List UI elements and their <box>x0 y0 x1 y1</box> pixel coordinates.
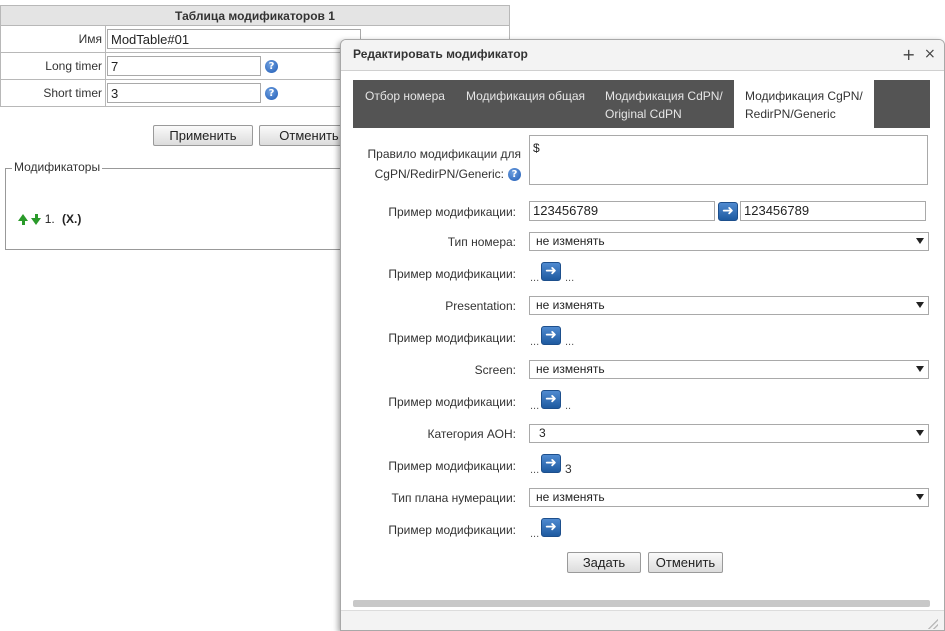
example-label: Пример модификации: <box>388 395 516 409</box>
question-circle-icon[interactable]: ? <box>508 168 521 182</box>
rule-label: Правило модификации для CgPN/RedirPN/Gen… <box>367 147 521 182</box>
edit-modifier-dialog: Редактировать модификатор + × Отбор номе… <box>340 39 945 631</box>
tab-cgpn-modification[interactable]: Модификация CgPN/ RedirPN/Generic <box>734 80 874 128</box>
resize-grip-icon[interactable] <box>928 619 938 629</box>
example-output: 123456789 <box>740 201 926 221</box>
example-label: Пример модификации: <box>388 331 516 345</box>
tab-general-modification[interactable]: Модификация общая <box>466 80 594 128</box>
chevron-down-icon <box>916 494 924 500</box>
arrow-right-icon[interactable]: ➜ <box>541 390 561 409</box>
tab-number-selection[interactable]: Отбор номера <box>365 80 461 128</box>
move-down-icon[interactable] <box>31 214 42 226</box>
presentation-select[interactable]: не изменять <box>529 296 929 315</box>
table-title: Таблица модификаторов 1 <box>0 5 510 26</box>
example-result: ... <box>565 272 575 284</box>
tab-bar: Отбор номера Модификация общая Модификац… <box>353 80 930 128</box>
chevron-down-icon <box>916 238 924 244</box>
screen-label: Screen: <box>474 363 516 377</box>
chevron-down-icon <box>916 430 924 436</box>
question-circle-icon[interactable]: ? <box>265 86 278 100</box>
dialog-cancel-button[interactable]: Отменить <box>648 552 723 573</box>
example-label: Пример модификации: <box>388 205 516 219</box>
arrow-right-icon[interactable]: ➜ <box>541 454 561 473</box>
apply-button[interactable]: Применить <box>153 125 253 146</box>
long-timer-input[interactable] <box>107 56 261 76</box>
screen-select[interactable]: не изменять <box>529 360 929 379</box>
arrow-right-icon[interactable]: ➜ <box>718 202 738 221</box>
modifiers-legend: Модификаторы <box>12 160 103 174</box>
category-label: Категория АОН: <box>427 427 516 441</box>
dialog-title: Редактировать модификатор <box>353 47 528 61</box>
example-source: ... <box>530 528 540 540</box>
long-timer-label: Long timer <box>0 52 106 80</box>
chevron-down-icon <box>916 302 924 308</box>
name-input[interactable] <box>107 29 361 49</box>
example-source: ... <box>530 336 540 348</box>
short-timer-label: Short timer <box>0 79 106 107</box>
example-input[interactable]: 123456789 <box>529 201 715 221</box>
modifier-pattern[interactable]: (X.) <box>62 212 81 226</box>
rule-textarea[interactable]: $ <box>529 135 928 185</box>
dialog-footer <box>341 610 944 630</box>
modifier-item[interactable]: 1. (X.) <box>18 212 81 226</box>
example-result: ... <box>565 336 575 348</box>
arrow-right-icon[interactable]: ➜ <box>541 326 561 345</box>
numbering-plan-select[interactable]: не изменять <box>529 488 929 507</box>
horizontal-scrollbar[interactable] <box>353 600 930 607</box>
modifier-index: 1. <box>44 212 55 226</box>
numbering-plan-label: Тип плана нумерации: <box>391 491 516 505</box>
example-source: ... <box>530 272 540 284</box>
example-result: .. <box>565 400 572 412</box>
question-circle-icon[interactable]: ? <box>265 59 278 73</box>
arrow-right-icon[interactable]: ➜ <box>541 518 561 537</box>
example-label: Пример модификации: <box>388 267 516 281</box>
number-type-label: Тип номера: <box>447 235 516 249</box>
submit-button[interactable]: Задать <box>567 552 641 573</box>
plus-icon[interactable]: + <box>902 45 915 64</box>
dialog-titlebar[interactable]: Редактировать модификатор + × <box>341 40 944 71</box>
chevron-down-icon <box>916 366 924 372</box>
example-label: Пример модификации: <box>388 523 516 537</box>
arrow-right-icon[interactable]: ➜ <box>541 262 561 281</box>
number-type-select[interactable]: не изменять <box>529 232 929 251</box>
move-up-icon[interactable] <box>18 214 28 226</box>
name-label: Имя <box>0 25 106 53</box>
presentation-label: Presentation: <box>445 299 516 313</box>
example-source: ... <box>530 464 540 476</box>
close-icon[interactable]: × <box>924 46 936 62</box>
category-select[interactable]: 3 <box>529 424 929 443</box>
example-source: ... <box>530 400 540 412</box>
tab-cdpn-modification[interactable]: Модификация CdPN/ Original CdPN <box>605 80 723 128</box>
example-label: Пример модификации: <box>388 459 516 473</box>
short-timer-input[interactable] <box>107 83 261 103</box>
example-result: 3 <box>565 462 572 476</box>
modifiers-fieldset <box>5 168 365 250</box>
